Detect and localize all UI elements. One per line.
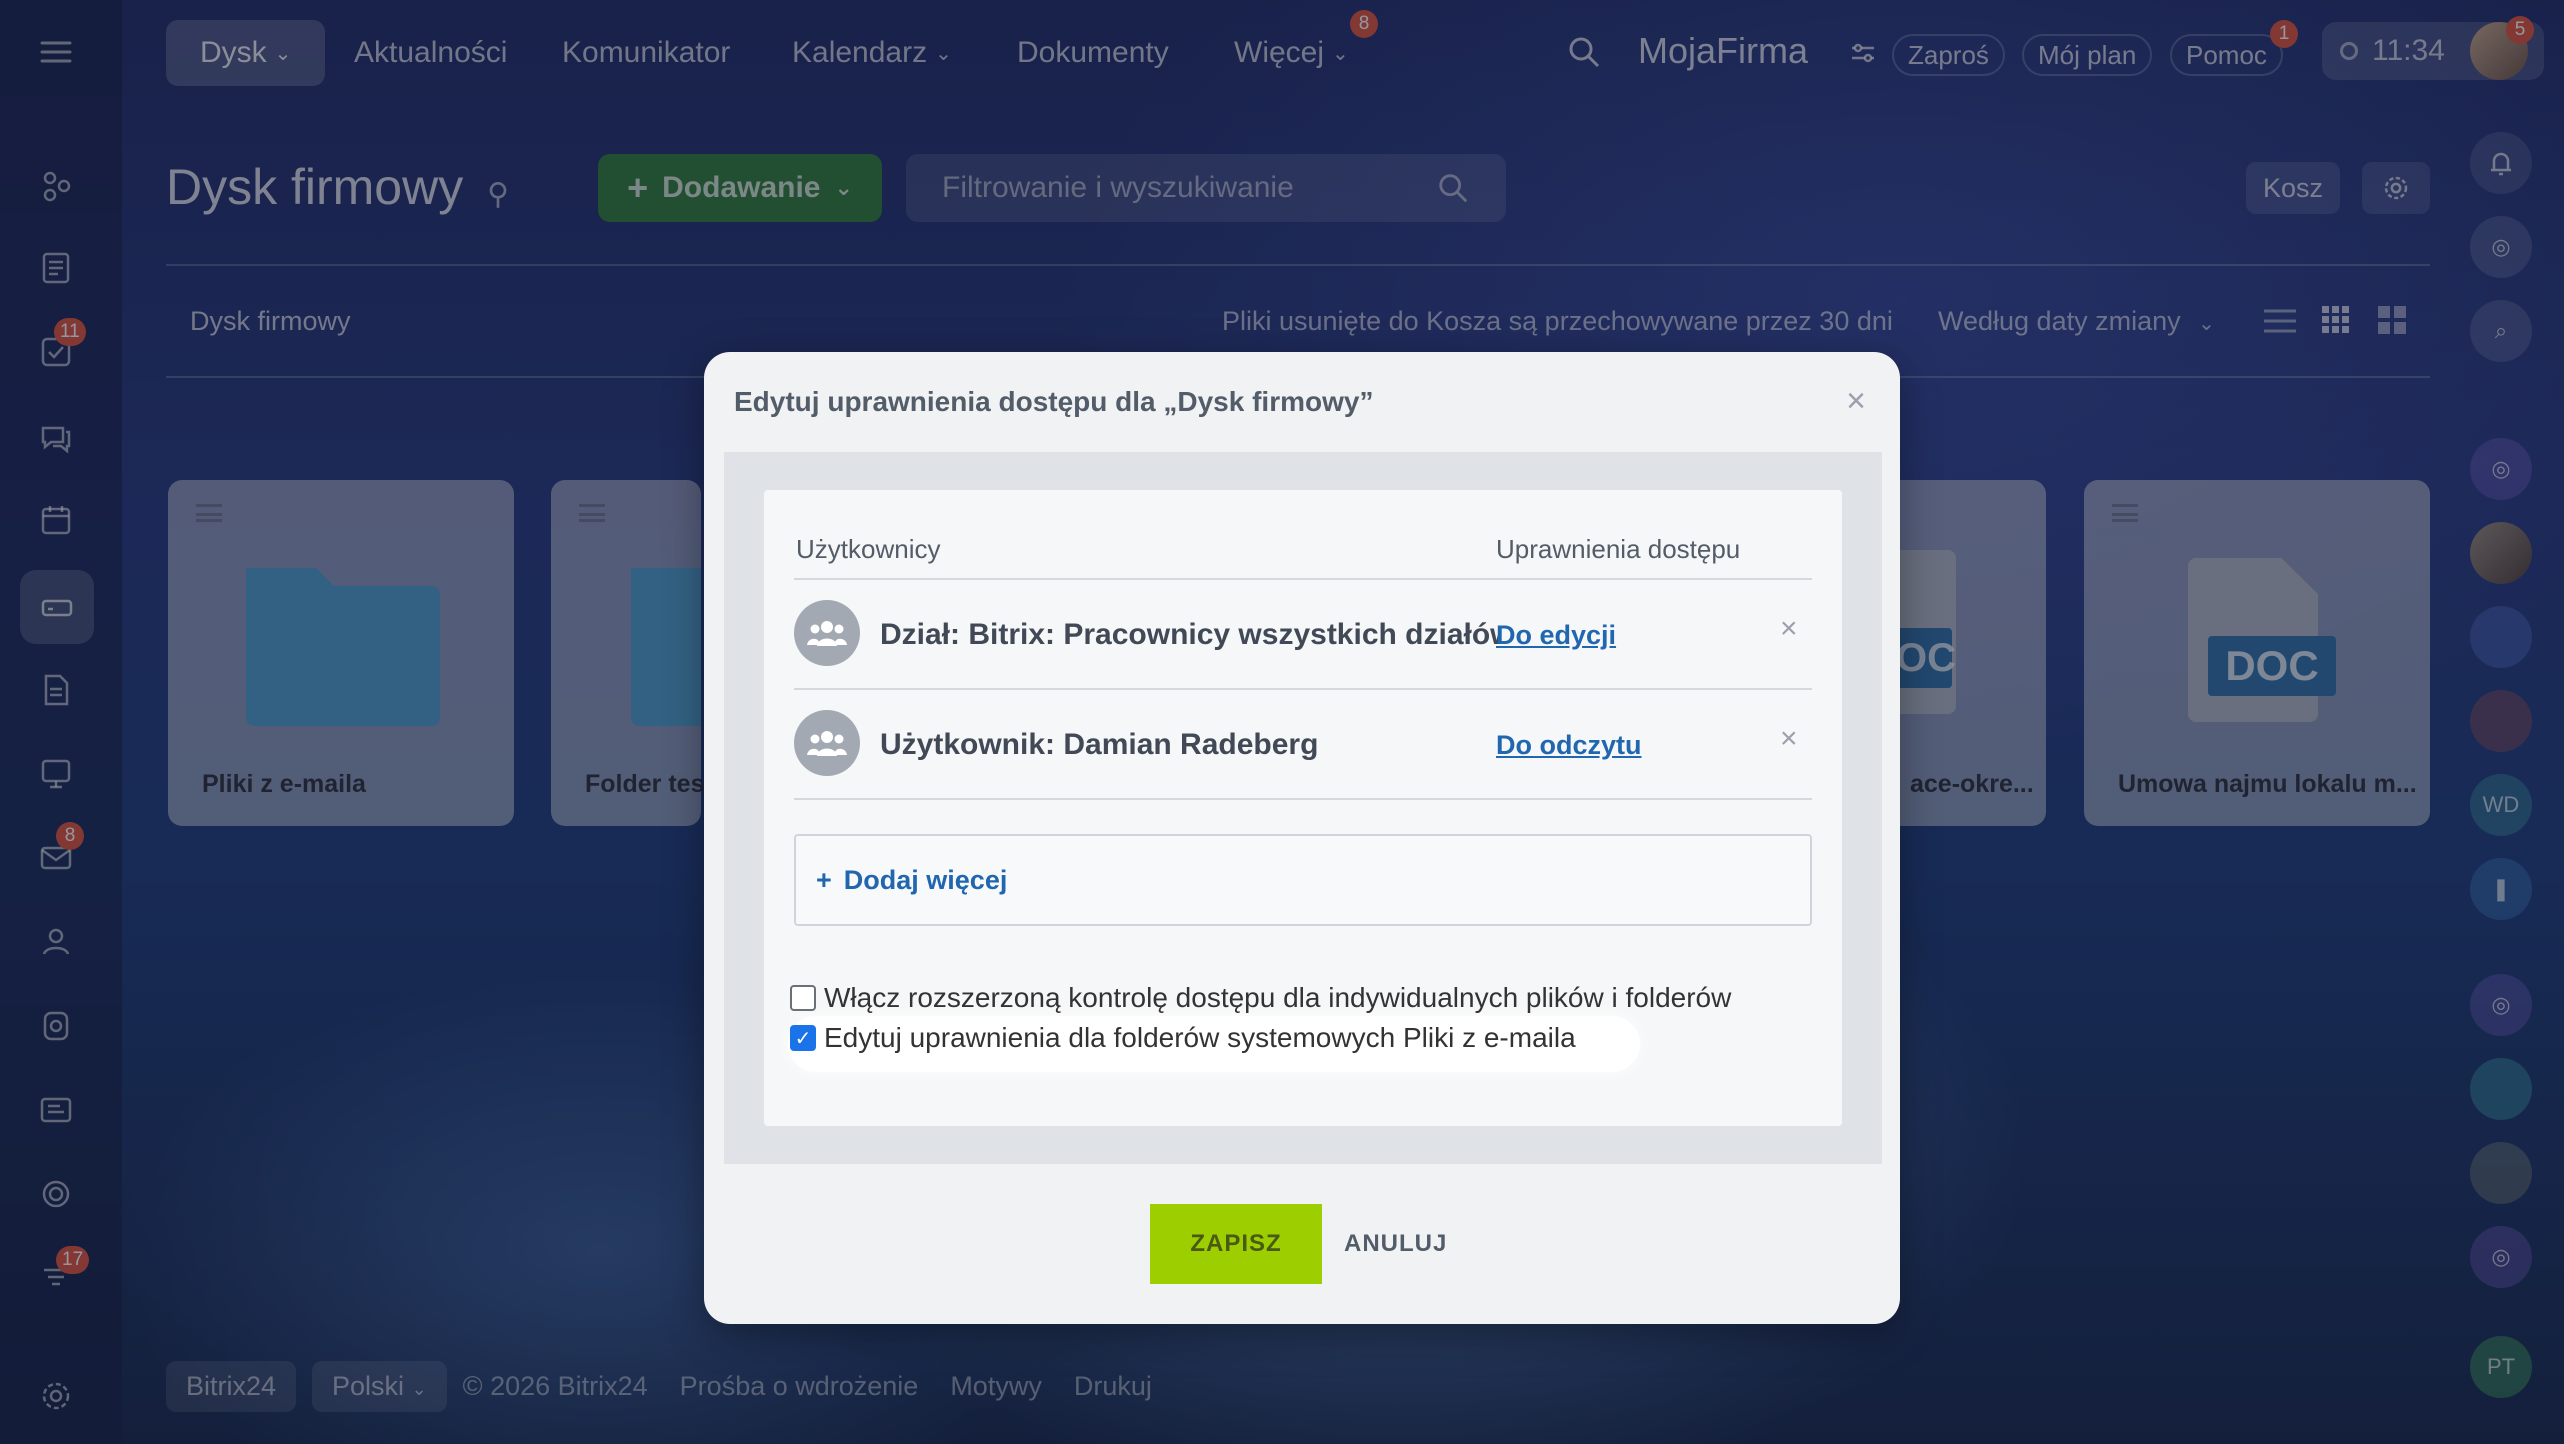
row-user-name: Dział: Bitrix: Pracownicy wszystkich dzi… [880,618,1500,651]
permission-row: Dział: Bitrix: Pracownicy wszystkich dzi… [794,580,1812,688]
group-icon [794,600,860,666]
add-more-button[interactable]: + Dodaj więcej [794,834,1812,926]
dialog-title: Edytuj uprawnienia dostępu dla „Dysk fir… [734,386,1374,417]
remove-icon[interactable]: × [1780,722,1798,756]
extended-access-label: Włącz rozszerzoną kontrolę dostępu dla i… [824,982,1732,1013]
row-user-name: Użytkownik: Damian Radeberg [880,728,1319,761]
add-more-label: Dodaj więcej [843,864,1008,895]
permissions-dialog: Edytuj uprawnienia dostępu dla „Dysk fir… [704,352,1900,1324]
plus-icon: + [816,864,832,895]
group-icon [794,710,860,776]
divider [794,798,1812,800]
system-folders-option[interactable]: ✓ Edytuj uprawnienia dla folderów system… [790,1022,1576,1054]
permission-link[interactable]: Do odczytu [1496,730,1642,761]
permission-link[interactable]: Do edycji [1496,620,1616,651]
system-folders-label: Edytuj uprawnienia dla folderów systemow… [824,1022,1576,1053]
remove-icon[interactable]: × [1780,612,1798,646]
save-button[interactable]: ZAPISZ [1150,1204,1322,1284]
users-column-header: Użytkownicy [796,534,941,564]
close-icon[interactable]: × [1846,382,1866,421]
permission-row: Użytkownik: Damian Radeberg Do odczytu × [794,690,1812,798]
permissions-column-header: Uprawnienia dostępu [1496,534,1741,564]
cancel-button[interactable]: ANULUJ [1344,1204,1447,1284]
system-folders-checkbox[interactable]: ✓ [790,1025,816,1051]
extended-access-checkbox[interactable] [790,985,816,1011]
extended-access-option[interactable]: Włącz rozszerzoną kontrolę dostępu dla i… [790,982,1731,1014]
